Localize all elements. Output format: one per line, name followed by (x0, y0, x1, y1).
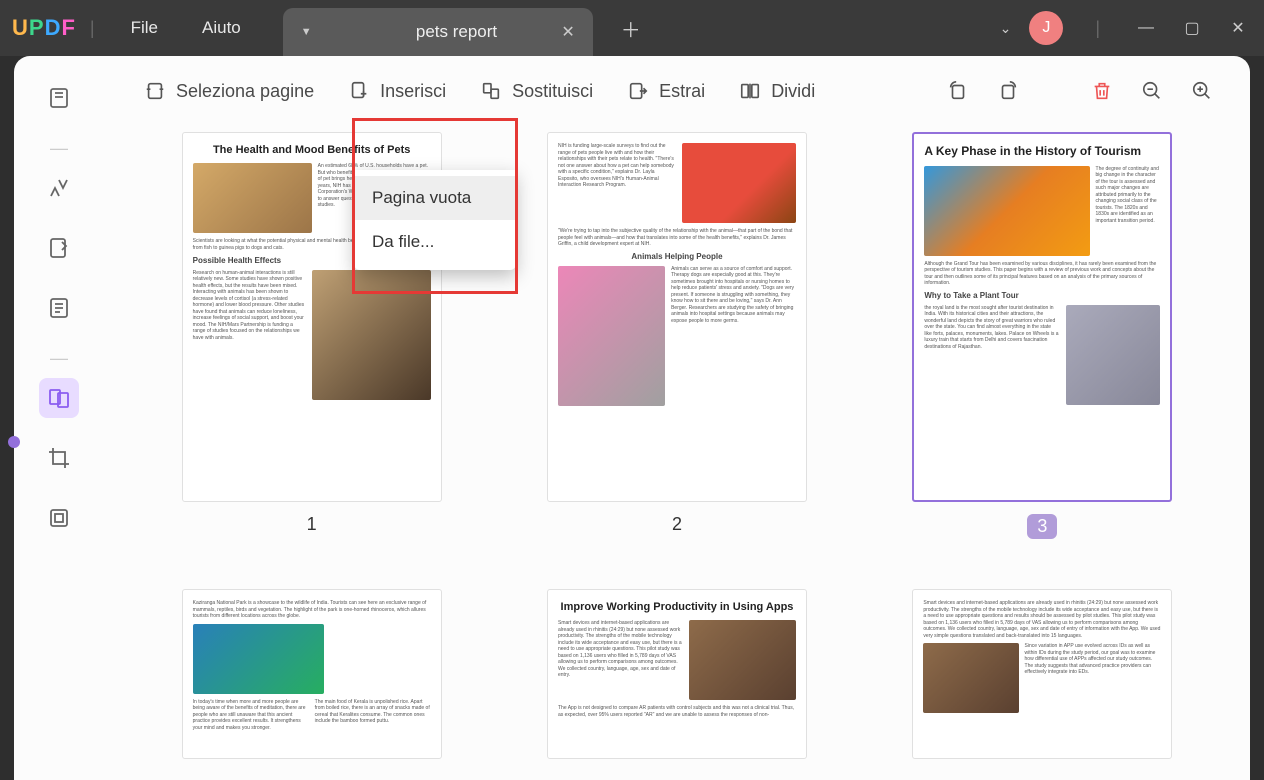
edit-icon[interactable] (39, 228, 79, 268)
thumb-title: The Health and Mood Benefits of Pets (193, 143, 431, 157)
tab-menu-icon[interactable]: ▼ (301, 26, 312, 38)
menu-file[interactable]: File (131, 18, 158, 38)
maximize-icon[interactable]: ▢ (1178, 18, 1206, 38)
page-thumbnail[interactable]: Smart devices and internet-based applica… (912, 589, 1172, 759)
select-pages-label: Seleziona pagine (176, 81, 314, 102)
rotate-left-icon[interactable] (940, 73, 976, 109)
document-tab[interactable]: ▼ pets report ✕ (283, 8, 593, 56)
side-handle[interactable] (8, 436, 20, 448)
pages-grid[interactable]: The Health and Mood Benefits of Pets An … (104, 116, 1250, 780)
reader-icon[interactable] (39, 78, 79, 118)
select-pages-button[interactable]: Seleziona pagine (134, 74, 324, 108)
ocr-icon[interactable] (39, 288, 79, 328)
page-cell[interactable]: Smart devices and internet-based applica… (895, 589, 1190, 759)
page-cell[interactable]: Improve Working Productivity in Using Ap… (529, 589, 824, 759)
content: Seleziona pagine Inserisci Sostituisci E… (104, 56, 1250, 780)
page-number: 3 (1027, 514, 1057, 539)
thumb-title: Improve Working Productivity in Using Ap… (558, 600, 796, 614)
insert-label: Inserisci (380, 81, 446, 102)
insert-button[interactable]: Inserisci (338, 74, 456, 108)
menu-help[interactable]: Aiuto (202, 18, 241, 38)
delete-icon[interactable] (1084, 73, 1120, 109)
separator: — (50, 138, 68, 148)
page-thumbnail[interactable]: Kaziranga National Park is a showcase to… (182, 589, 442, 759)
minimize-icon[interactable]: — (1132, 19, 1160, 37)
extract-label: Estrai (659, 81, 705, 102)
page-cell[interactable]: NIH is funding large-scale surveys to fi… (529, 132, 824, 539)
insert-from-file[interactable]: Da file... (354, 220, 516, 264)
crop-icon[interactable] (39, 438, 79, 478)
page-cell[interactable]: Kaziranga National Park is a showcase to… (164, 589, 459, 759)
zoom-in-icon[interactable] (1184, 73, 1220, 109)
rotate-right-icon[interactable] (990, 73, 1026, 109)
compress-icon[interactable] (39, 498, 79, 538)
insert-dropdown: Pagina vuota Da file... (354, 170, 516, 270)
chevron-down-icon[interactable]: ⌄ (1000, 20, 1012, 37)
thumb-subtitle: Animals Helping People (558, 252, 796, 262)
close-icon[interactable]: ✕ (561, 22, 574, 42)
avatar[interactable]: J (1029, 11, 1063, 45)
comment-icon[interactable] (39, 168, 79, 208)
page-number: 1 (307, 514, 317, 535)
page-cell[interactable]: A Key Phase in the History of Tourism Th… (895, 132, 1190, 539)
split-label: Dividi (771, 81, 815, 102)
add-tab-icon[interactable]: ＋ (621, 14, 641, 43)
thumb-title: A Key Phase in the History of Tourism (924, 144, 1160, 160)
insert-blank-page[interactable]: Pagina vuota (354, 176, 516, 220)
organize-pages-icon[interactable] (39, 378, 79, 418)
titlebar: UPDF | File Aiuto ▼ pets report ✕ ＋ ⌄ J … (0, 0, 1264, 56)
page-thumbnail[interactable]: NIH is funding large-scale surveys to fi… (547, 132, 807, 502)
zoom-out-icon[interactable] (1134, 73, 1170, 109)
thumb-subtitle: Why to Take a Plant Tour (924, 291, 1160, 301)
extract-button[interactable]: Estrai (617, 74, 715, 108)
replace-label: Sostituisci (512, 81, 593, 102)
close-window-icon[interactable]: ✕ (1224, 18, 1252, 38)
main-area: — — Seleziona pagine Inserisci Sostituis… (14, 56, 1250, 780)
left-sidebar: — — (14, 56, 104, 780)
tab-title: pets report (372, 22, 542, 42)
page-number: 2 (672, 514, 682, 535)
page-thumbnail[interactable]: A Key Phase in the History of Tourism Th… (912, 132, 1172, 502)
app-logo: UPDF (12, 15, 76, 41)
replace-button[interactable]: Sostituisci (470, 74, 603, 108)
page-toolbar: Seleziona pagine Inserisci Sostituisci E… (104, 56, 1250, 116)
page-thumbnail[interactable]: Improve Working Productivity in Using Ap… (547, 589, 807, 759)
split-button[interactable]: Dividi (729, 74, 825, 108)
separator: — (50, 348, 68, 358)
